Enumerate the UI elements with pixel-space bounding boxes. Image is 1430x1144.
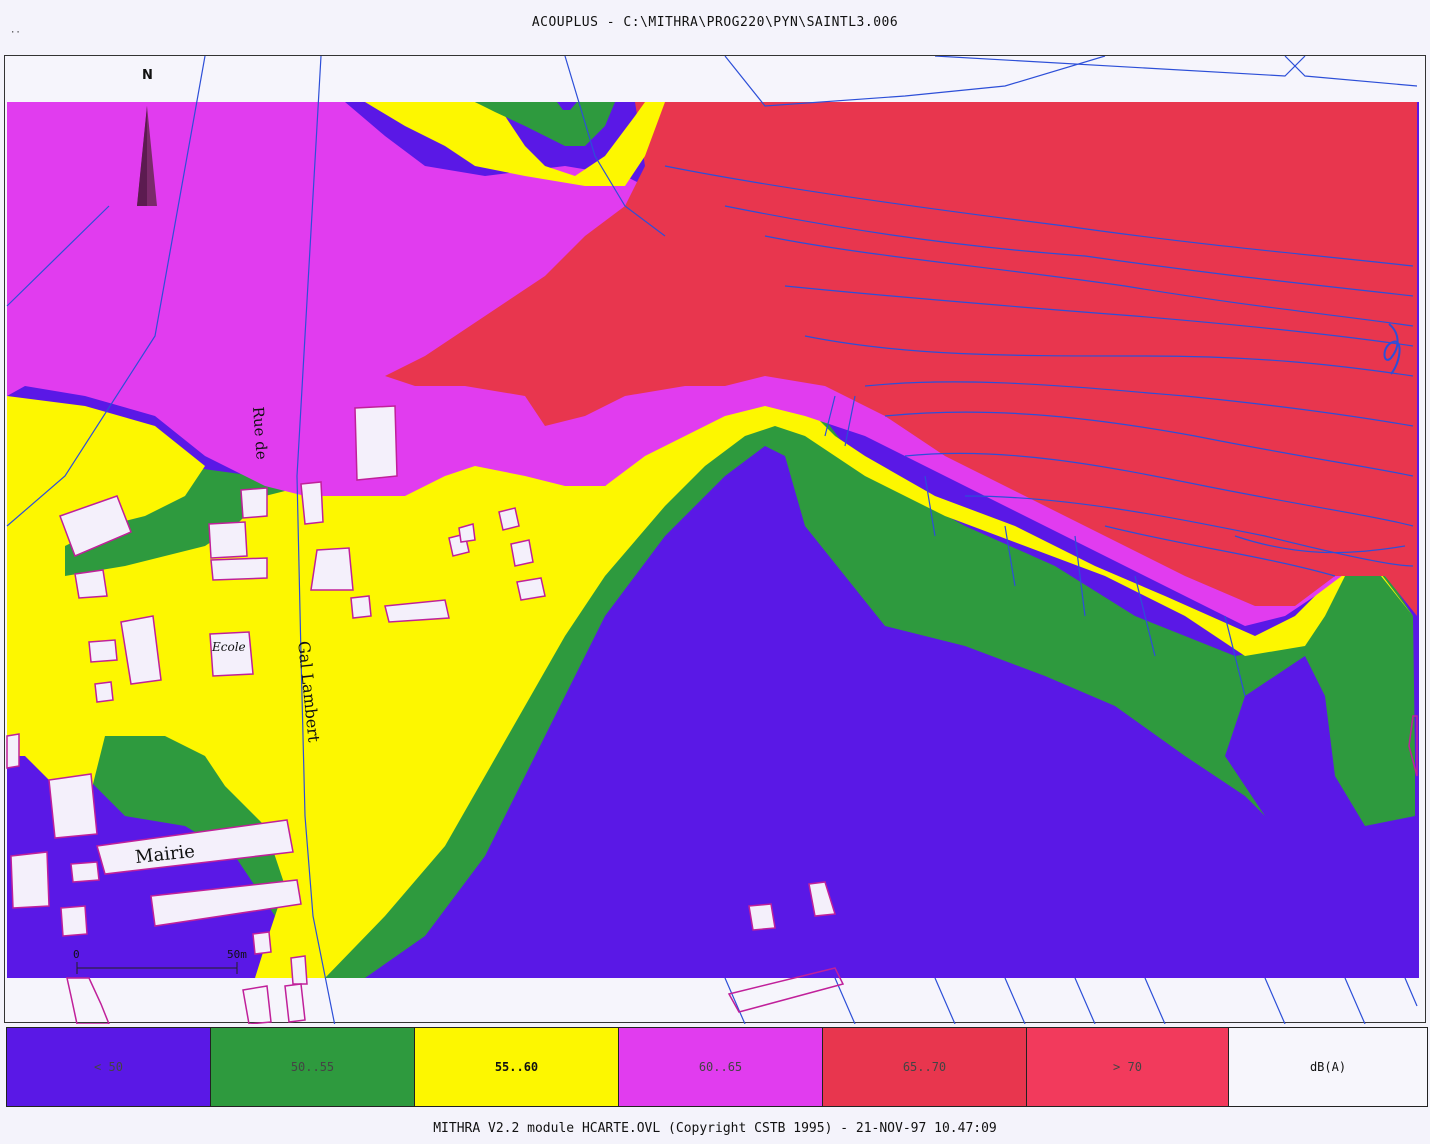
building — [252, 931, 272, 955]
legend-item-50-55: 50..55 — [211, 1028, 415, 1106]
building — [74, 569, 108, 599]
building — [310, 547, 354, 591]
building — [290, 955, 308, 985]
building — [210, 557, 268, 581]
legend-item-55-60: 55..60 — [415, 1028, 619, 1106]
building — [458, 523, 476, 543]
legend-item-above-70: > 70 — [1027, 1028, 1229, 1106]
building — [300, 481, 324, 525]
building — [516, 577, 546, 601]
legend-label: 65..70 — [902, 1060, 947, 1074]
building — [350, 595, 372, 619]
building — [240, 487, 268, 519]
window-title-text: ACOUPLUS - C:\MITHRA\PROG220\PYN\SAINTL3… — [531, 14, 899, 30]
legend-unit: dB(A) — [1229, 1028, 1427, 1106]
building — [48, 773, 98, 839]
legend-item-below-50: < 50 — [7, 1028, 211, 1106]
ecole-label: Ecole — [212, 640, 246, 654]
status-footer: MITHRA V2.2 module HCARTE.OVL (Copyright… — [0, 1114, 1430, 1142]
building — [60, 905, 88, 937]
street-label-rue: Rue de — [249, 406, 271, 461]
north-label: N — [142, 68, 153, 83]
building — [354, 405, 398, 481]
building — [498, 507, 520, 531]
legend-label: 50..55 — [290, 1060, 335, 1074]
noise-map: N Rue de Gal Lambert Ecole Mairie 0 50m — [4, 55, 1426, 1024]
scale-end: 50m — [227, 948, 247, 961]
building — [88, 639, 118, 663]
legend-item-65-70: 65..70 — [823, 1028, 1027, 1106]
legend-label: > 70 — [1113, 1060, 1142, 1074]
system-menu-icon[interactable]: ·· — [10, 28, 21, 38]
building — [209, 631, 254, 677]
legend-label: < 50 — [94, 1060, 123, 1074]
legend-unit-label: dB(A) — [1309, 1060, 1347, 1074]
building — [6, 733, 20, 769]
building — [10, 851, 50, 909]
noise-map-canvas — [6, 56, 1419, 1024]
legend-label: 60..65 — [698, 1060, 743, 1074]
building — [748, 903, 776, 931]
building — [208, 521, 248, 559]
legend-item-60-65: 60..65 — [619, 1028, 823, 1106]
building — [94, 681, 114, 703]
building — [70, 861, 100, 883]
footer-text: MITHRA V2.2 module HCARTE.OVL (Copyright… — [433, 1120, 997, 1136]
legend-label: 55..60 — [494, 1060, 539, 1074]
building — [510, 539, 534, 567]
legend: < 50 50..55 55..60 60..65 65..70 > 70 dB… — [6, 1027, 1428, 1107]
scale-start: 0 — [73, 948, 80, 961]
window-title: ACOUPLUS - C:\MITHRA\PROG220\PYN\SAINTL3… — [0, 0, 1430, 44]
